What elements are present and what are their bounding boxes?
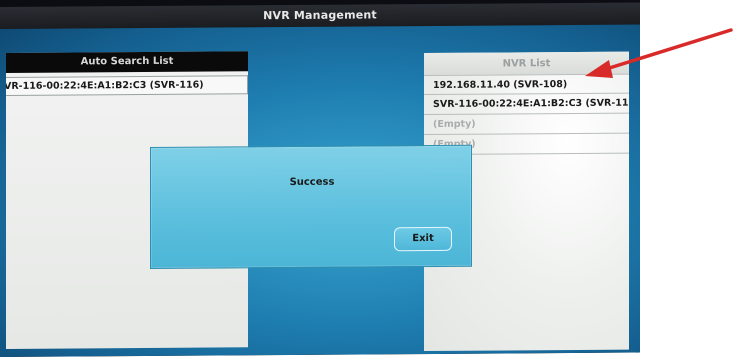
red-arrow-annotation: [585, 28, 733, 78]
exit-button[interactable]: Exit: [394, 226, 452, 252]
arrow-shaft: [601, 28, 733, 72]
arrow-head-icon: [585, 60, 613, 78]
dialog-message: Success: [289, 176, 335, 188]
monitor-screen: NVR Management Auto Search List VR-116-0…: [0, 0, 640, 357]
auto-search-header: Auto Search List: [6, 51, 248, 73]
nvr-list-row[interactable]: SVR-116-00:22:4E:A1:B2:C3 (SVR-116): [424, 93, 629, 116]
success-dialog: Success Exit: [150, 144, 472, 269]
nvr-list-row-empty[interactable]: (Empty): [424, 113, 629, 136]
auto-search-item[interactable]: VR-116-00:22:4E:A1:B2:C3 (SVR-116): [6, 75, 248, 96]
